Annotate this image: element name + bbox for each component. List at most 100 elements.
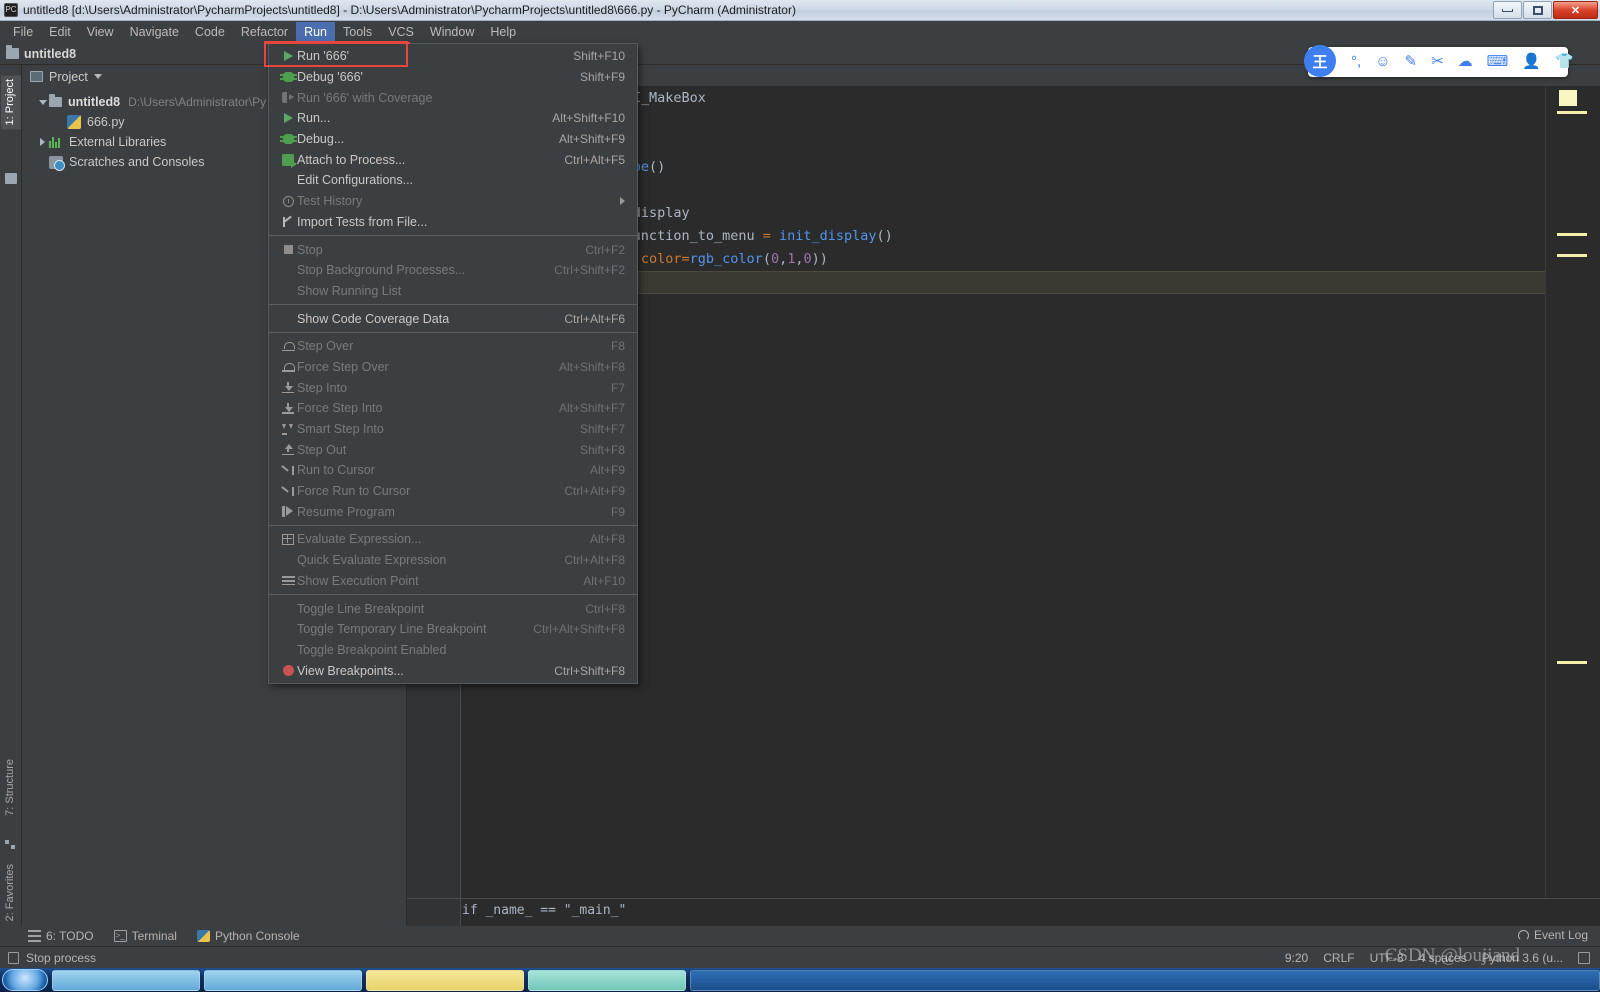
menu-tools[interactable]: Tools — [335, 22, 380, 43]
line-separator[interactable]: CRLF — [1323, 951, 1354, 965]
menu-item-label: Test History — [297, 194, 363, 209]
run-icon — [279, 113, 297, 124]
chevron-down-icon[interactable] — [93, 74, 102, 79]
menu-item-shortcut: Shift+F9 — [579, 70, 625, 85]
restore-button[interactable] — [1523, 1, 1552, 19]
menu-vcs[interactable]: VCS — [380, 22, 422, 43]
menu-item-label: Quick Evaluate Expression — [297, 553, 447, 568]
event-log-button[interactable]: Event Log — [1517, 928, 1588, 942]
menu-item-shortcut: Alt+Shift+F7 — [558, 401, 625, 416]
minimize-button[interactable] — [1493, 1, 1522, 19]
ime-user-icon[interactable]: 👤 — [1522, 52, 1541, 72]
status-left[interactable]: Stop process — [0, 951, 96, 965]
editor-marker-column[interactable] — [1557, 87, 1600, 926]
menu-item-shortcut: Shift+F10 — [573, 49, 625, 64]
debug-icon — [279, 134, 297, 145]
left-tool-window-strip: 1: Project 7: Structure 2: Favorites ★ — [0, 65, 22, 992]
ime-emoji-icon[interactable]: ☺ — [1375, 52, 1390, 72]
menu-item-shortcut: Ctrl+Shift+F8 — [554, 663, 625, 678]
menu-refactor[interactable]: Refactor — [233, 22, 296, 43]
stop-process-label[interactable]: Stop process — [26, 951, 96, 965]
menu-item-debug[interactable]: Debug... Alt+Shift+F9 — [269, 129, 637, 150]
ime-brand-icon[interactable]: 王 — [1304, 45, 1336, 77]
menu-item-attach-to-process[interactable]: Attach to Process... Ctrl+Alt+F5 — [269, 149, 637, 170]
menu-item-label: Force Run to Cursor — [297, 484, 411, 499]
menu-item-shortcut: Ctrl+Alt+F8 — [564, 553, 625, 568]
file-encoding[interactable]: UTF-8 — [1370, 951, 1404, 965]
warning-marker[interactable] — [1557, 254, 1587, 257]
expand-collapse-icon[interactable] — [36, 99, 49, 105]
inspection-summary-box[interactable] — [1559, 90, 1577, 106]
menu-item-shortcut: Ctrl+Alt+F9 — [564, 484, 625, 499]
window-title-text: untitled8 [d:\Users\Administrator\Pychar… — [23, 3, 796, 17]
navbar-project-name[interactable]: untitled8 — [24, 47, 76, 61]
menu-navigate[interactable]: Navigate — [122, 22, 187, 43]
menu-item-view-breakpoints[interactable]: View Breakpoints... Ctrl+Shift+F8 — [269, 660, 637, 681]
taskbar-item[interactable] — [528, 969, 686, 991]
menu-item-run-with-coverage: Run '666' with Coverage — [269, 87, 637, 108]
indent-setting[interactable]: 4 spaces — [1419, 951, 1467, 965]
coverage-icon — [279, 92, 297, 104]
ime-punctuation-icon[interactable]: °, — [1351, 52, 1361, 72]
ime-pen-icon[interactable]: ✎ — [1405, 52, 1418, 72]
taskbar-item[interactable] — [690, 969, 1600, 991]
menu-edit[interactable]: Edit — [41, 22, 79, 43]
menu-item-debug-666[interactable]: Debug '666' Shift+F9 — [269, 67, 637, 88]
windows-taskbar — [0, 968, 1600, 992]
menu-item-show-code-coverage-data[interactable]: Show Code Coverage Data Ctrl+Alt+F6 — [269, 308, 637, 329]
menu-item-run[interactable]: Run... Alt+Shift+F10 — [269, 108, 637, 129]
warning-marker[interactable] — [1557, 111, 1587, 114]
step-into-icon — [279, 382, 297, 394]
ime-scissors-icon[interactable]: ✂ — [1431, 52, 1444, 72]
menu-item-edit-configurations[interactable]: Edit Configurations... — [269, 170, 637, 191]
ime-keyboard-icon[interactable]: ⌨ — [1487, 52, 1509, 72]
menu-help[interactable]: Help — [482, 22, 524, 43]
todo-icon — [28, 930, 41, 942]
menu-item-import-tests-from-file[interactable]: Import Tests from File... — [269, 212, 637, 233]
menu-window[interactable]: Window — [422, 22, 482, 43]
menu-item-toggle-breakpoint-enabled: Toggle Breakpoint Enabled — [269, 640, 637, 661]
menu-run[interactable]: Run — [296, 21, 335, 43]
project-pane-title[interactable]: Project — [49, 70, 88, 84]
menu-item-label: Show Running List — [297, 283, 402, 298]
sidebar-tab-structure[interactable]: 7: Structure — [1, 755, 21, 820]
ime-skin-icon[interactable]: 👕 — [1555, 52, 1574, 72]
editor-scrollbar[interactable] — [1545, 87, 1557, 926]
menu-item-stop: Stop Ctrl+F2 — [269, 239, 637, 260]
warning-marker[interactable] — [1557, 233, 1587, 236]
menu-item-shortcut: F9 — [610, 504, 625, 519]
taskbar-item[interactable] — [52, 969, 200, 991]
warning-marker[interactable] — [1557, 661, 1587, 664]
menu-view[interactable]: View — [79, 22, 122, 43]
menu-item-label: Force Step Into — [297, 401, 383, 416]
menu-file[interactable]: File — [5, 22, 41, 43]
menu-item-label: Debug '666' — [297, 70, 363, 85]
menu-item-stop-background-processes: Stop Background Processes... Ctrl+Shift+… — [269, 260, 637, 281]
bottom-tab-python-console[interactable]: Python Console — [196, 929, 300, 943]
ime-cloud-icon[interactable]: ☁ — [1458, 52, 1473, 72]
smart-step-icon — [279, 423, 297, 435]
debug-icon — [279, 72, 297, 83]
taskbar-item[interactable] — [366, 969, 524, 991]
bottom-tab-terminal[interactable]: >_ Terminal — [113, 929, 177, 943]
menu-separator — [269, 525, 637, 527]
sidebar-tab-project[interactable]: 1: Project — [1, 75, 21, 130]
menu-item-show-running-list: Show Running List — [269, 281, 637, 302]
evaluate-icon — [279, 533, 297, 545]
menu-item-force-step-into: Force Step Into Alt+Shift+F7 — [269, 398, 637, 419]
ime-toolbar: 王 中 °, ☺ ✎ ✂ ☁ ⌨ 👤 👕 — [1304, 45, 1574, 77]
taskbar-item[interactable] — [204, 969, 362, 991]
menu-code[interactable]: Code — [187, 22, 233, 43]
start-button[interactable] — [2, 969, 48, 991]
close-button[interactable]: ✕ — [1553, 1, 1598, 19]
expand-collapse-icon[interactable] — [36, 138, 49, 146]
tree-label: untitled8 — [68, 95, 121, 109]
menu-item-test-history: Test History — [269, 191, 637, 212]
python-interpreter[interactable]: Python 3.6 (u... — [1482, 951, 1563, 965]
sidebar-tab-favorites[interactable]: 2: Favorites — [1, 860, 21, 925]
lock-icon[interactable] — [1578, 951, 1590, 964]
menu-item-run-666[interactable]: Run '666' Shift+F10 — [269, 46, 637, 67]
caret-position[interactable]: 9:20 — [1285, 951, 1308, 965]
bottom-tab-todo[interactable]: 6: TODO — [28, 929, 94, 943]
menu-item-shortcut: Alt+Shift+F8 — [558, 359, 625, 374]
